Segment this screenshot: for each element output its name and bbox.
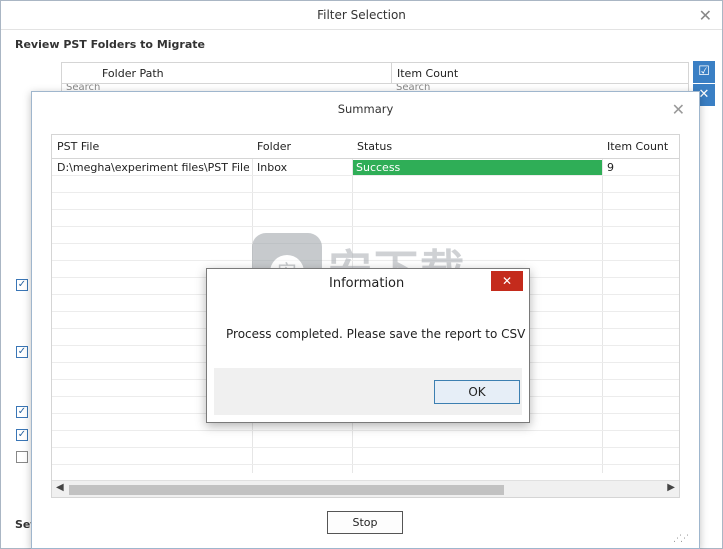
scroll-right-icon[interactable]: ▶ (667, 482, 675, 493)
pst-file-cell: D:\megha\experiment files\PST Files\... (57, 161, 249, 174)
select-all-icon[interactable]: ☑ (693, 61, 715, 83)
summary-title: Summary (337, 102, 394, 116)
table-row[interactable]: D:\megha\experiment files\PST Files\... … (52, 159, 679, 176)
close-icon[interactable]: ✕ (699, 6, 712, 25)
summary-grid-header: PST File Folder Status Item Count (52, 135, 679, 159)
resize-grip-icon[interactable]: ⋰⋰ (673, 534, 689, 544)
review-heading: Review PST Folders to Migrate (15, 38, 205, 51)
horizontal-scrollbar[interactable]: ◀ ▶ (52, 480, 679, 497)
information-dialog: Information ✕ Process completed. Please … (206, 268, 530, 423)
information-message: Process completed. Please save the repor… (226, 327, 526, 341)
scroll-left-icon[interactable]: ◀ (56, 482, 64, 493)
scroll-thumb[interactable] (69, 485, 504, 495)
folder-cell: Inbox (257, 161, 288, 174)
column-folder[interactable]: Folder (257, 140, 291, 153)
folder-grid-header: Folder Path Item Count (61, 62, 689, 84)
close-icon[interactable]: ✕ (672, 100, 685, 119)
information-footer: OK (214, 368, 522, 415)
stop-button[interactable]: Stop (327, 511, 403, 534)
checkbox-5[interactable] (16, 451, 28, 463)
checkbox-2[interactable]: ✓ (16, 346, 28, 358)
checkbox-4[interactable]: ✓ (16, 429, 28, 441)
ok-button[interactable]: OK (434, 380, 520, 404)
checkbox-3[interactable]: ✓ (16, 406, 28, 418)
filter-selection-title: Filter Selection (1, 1, 722, 30)
column-folder-path[interactable]: Folder Path (102, 67, 164, 80)
checkbox-1[interactable]: ✓ (16, 279, 28, 291)
item-count-cell: 9 (607, 161, 614, 174)
column-pst-file[interactable]: PST File (57, 140, 99, 153)
column-status[interactable]: Status (357, 140, 392, 153)
column-item-count[interactable]: Item Count (397, 67, 458, 80)
status-badge: Success (353, 160, 602, 175)
information-title: Information (329, 276, 405, 291)
column-item-count[interactable]: Item Count (607, 140, 668, 153)
close-icon[interactable]: ✕ (491, 271, 523, 291)
